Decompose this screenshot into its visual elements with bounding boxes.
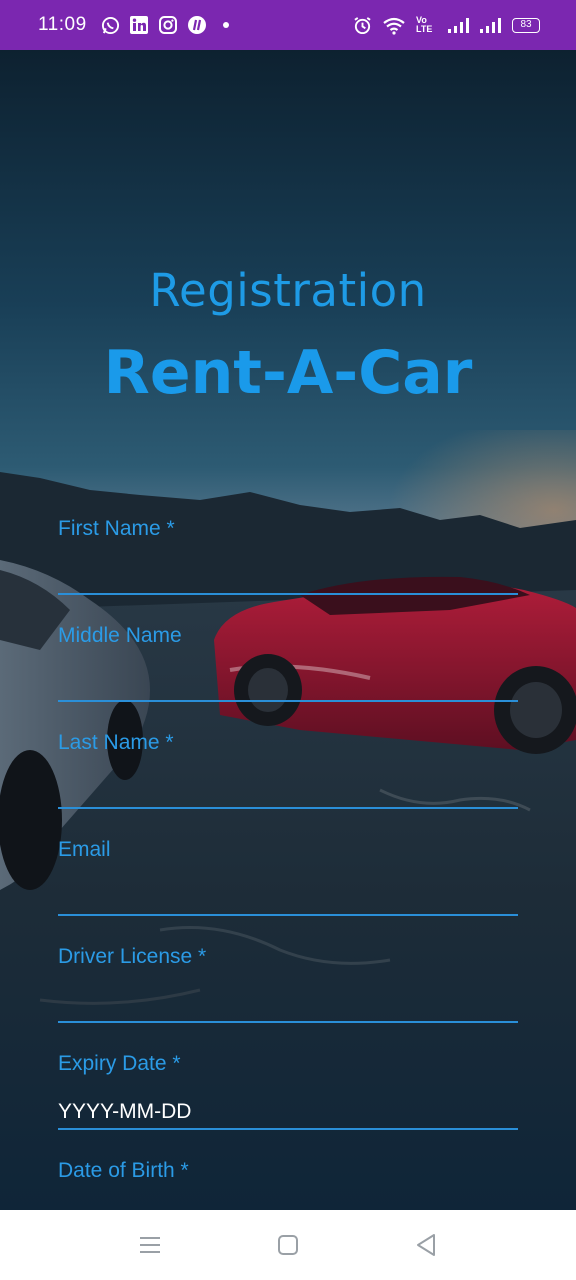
last-name-label: Last Name * [58,731,174,754]
driver-license-field: Driver License * [58,943,518,1050]
expiry-date-field: Expiry Date * [58,1050,518,1157]
signal-icon [448,16,470,35]
status-bar: 11:09 Vo LTE 83 [0,0,576,50]
home-icon [278,1235,298,1255]
expiry-date-input[interactable] [58,1086,518,1130]
last-name-input[interactable] [58,765,518,809]
first-name-input[interactable] [58,551,518,595]
recent-apps-button[interactable] [81,1210,219,1280]
status-left: 11:09 [38,14,229,36]
signal-icon [480,16,502,35]
registration-subtitle: Registration [149,264,427,317]
alarm-icon [353,16,372,35]
date-of-birth-label: Date of Birth * [58,1159,189,1182]
status-right: Vo LTE 83 [353,16,540,35]
wifi-icon [382,16,406,35]
email-field: Email [58,836,518,943]
email-label: Email [58,838,111,861]
volte-icon: Vo LTE [416,15,433,34]
middle-name-label: Middle Name [58,624,182,647]
middle-name-input[interactable] [58,658,518,702]
first-name-label: First Name * [58,517,175,540]
system-nav-bar [0,1210,576,1280]
back-icon [417,1234,435,1256]
middle-name-field: Middle Name [58,622,518,729]
home-button[interactable] [219,1210,357,1280]
first-name-field: First Name * [58,515,518,622]
instagram-icon [159,16,178,35]
status-time: 11:09 [38,14,87,35]
battery-icon: 83 [512,17,540,33]
linkedin-icon [130,16,149,35]
menu-icon [140,1237,160,1253]
app-icon [188,16,207,35]
notification-dot [222,22,229,28]
driver-license-input[interactable] [58,979,518,1023]
registration-form: First Name * Middle Name Last Name * Ema… [58,515,518,1264]
email-input[interactable] [58,872,518,916]
app-title: Rent-A-Car [103,338,473,408]
expiry-date-label: Expiry Date * [58,1052,181,1075]
whatsapp-icon [101,16,120,35]
driver-license-label: Driver License * [58,945,207,968]
back-button[interactable] [357,1210,495,1280]
last-name-field: Last Name * [58,729,518,836]
